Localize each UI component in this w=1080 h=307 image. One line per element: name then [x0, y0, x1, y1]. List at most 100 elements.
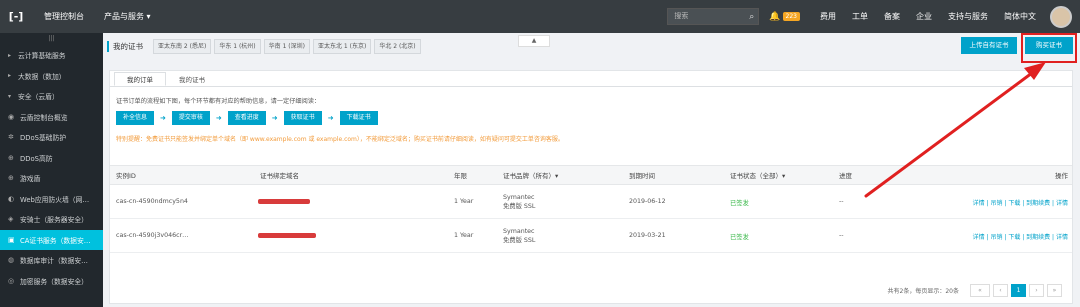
sidebar-item-label: 游戏盾 [20, 175, 41, 184]
step-submit-review[interactable]: 提交审核 [171, 111, 210, 125]
instance-id: cas-cn-4590ndmcy5n4 [116, 198, 188, 205]
cert-panel: 我的订单 我的证书 证书订单的流程如下图，每个环节都有对应的帮助信息，请一定仔细… [109, 70, 1073, 304]
topbar-right: 搜索 ⌕ 🔔 223 费用 工单 备案 企业 支持与服务 简体中文 [667, 0, 1072, 33]
pagination-total: 共有2条，每页显示：20条 [887, 288, 959, 295]
sidebar-item-overview[interactable]: ◉ 云盾控制台概览 [0, 107, 103, 128]
expire-date: 2019-03-21 [629, 232, 666, 239]
brand-type: 免费版 SSL [503, 237, 536, 244]
sidebar-item-waf[interactable]: ◐ Web应用防火墙（网… [0, 189, 103, 210]
encryption-icon: ◎ [8, 276, 15, 285]
current-page[interactable]: 1 [1011, 284, 1026, 297]
shield-icon: ⊕ [8, 153, 14, 162]
sidebar-item-label: 加密服务（数据安全） [20, 277, 88, 286]
row-actions[interactable]: 详情 | 吊销 | 下载 | 到期续费 | 详情 [973, 232, 1068, 241]
tab-my-certs[interactable]: 我的证书 [166, 72, 218, 86]
certificate-icon: ▣ [8, 235, 15, 244]
top-navigation-bar: [-] 管理控制台 产品与服务 ▾ 搜索 ⌕ 🔔 223 费用 工单 备案 企业… [0, 0, 1080, 33]
step-get-cert[interactable]: 获取证书 [283, 111, 322, 125]
link-language[interactable]: 简体中文 [1004, 11, 1036, 22]
link-enterprise[interactable]: 企业 [916, 11, 932, 22]
sidebar-item-label: 数据库审计（数据安… [20, 257, 88, 266]
col-instance-id: 实例ID [116, 172, 136, 180]
status-badge: 已签发 [730, 234, 749, 241]
region-tab[interactable]: 华南 1 (深圳) [263, 38, 310, 54]
step-download-cert[interactable]: 下载证书 [339, 111, 378, 125]
notification-badge[interactable]: 223 [782, 12, 800, 21]
row-actions[interactable]: 详情 | 吊销 | 下载 | 到期续费 | 详情 [973, 198, 1068, 207]
arrow-right-icon: ➜ [271, 114, 278, 122]
status-badge: 已签发 [730, 200, 749, 207]
redacted-domain [258, 233, 316, 238]
brand: Symantec 免费版 SSL [503, 227, 535, 245]
years: 1 Year [454, 232, 474, 239]
sidebar-item-label: Web应用防火墙（网… [20, 195, 90, 204]
sidebar-item-ca-cert[interactable]: ▣ CA证书服务（数据安… [0, 229, 103, 250]
last-page-button[interactable]: » [1047, 284, 1062, 297]
col-status-filter[interactable]: 证书状态（全部）▾ [730, 166, 785, 186]
col-brand-filter[interactable]: 证书品牌（所有）▾ [503, 166, 558, 186]
search-input[interactable]: 搜索 ⌕ [667, 8, 760, 25]
collapse-up-icon[interactable]: ▲ [518, 35, 550, 47]
main-content: 我的证书 亚太东南 2 (悉尼) 华东 1 (杭州) 华南 1 (深圳) 亚太东… [103, 33, 1080, 307]
step-complete-info[interactable]: 补全信息 [116, 111, 155, 125]
region-tab[interactable]: 华东 1 (杭州) [214, 38, 261, 54]
ddos-icon: ✲ [8, 133, 14, 142]
link-filing[interactable]: 备案 [884, 11, 900, 22]
avatar[interactable] [1050, 5, 1072, 28]
upload-cert-button[interactable]: 上传自有证书 [961, 37, 1017, 54]
sidebar-item-big-data[interactable]: ▸ 大数据（数加） [0, 66, 103, 87]
sidebar-item-label: DDoS基础防护 [20, 134, 67, 143]
region-toolbar: 我的证书 亚太东南 2 (悉尼) 华东 1 (杭州) 华南 1 (深圳) 亚太东… [103, 33, 1080, 63]
expire-date: 2019-06-12 [629, 198, 666, 205]
progress: -- [839, 232, 844, 239]
logo-icon[interactable]: [-] [0, 10, 32, 23]
brand-type: 免费版 SSL [503, 203, 536, 210]
first-page-button[interactable]: « [970, 284, 990, 297]
sidebar-item-label: 大数据（数加） [18, 72, 66, 81]
sidebar-collapse-icon[interactable]: ||| [0, 33, 103, 45]
arrow-right-icon: ➜ [327, 114, 334, 122]
region-tab[interactable]: 亚太东南 2 (悉尼) [153, 38, 212, 54]
bell-icon[interactable]: 🔔 [769, 12, 780, 22]
sidebar-item-label: 安骑士（服务器安全） [20, 216, 88, 225]
sidebar-item-db-audit[interactable]: ◍ 数据库审计（数据安… [0, 250, 103, 271]
region-tab[interactable]: 亚太东北 1 (东京) [312, 38, 372, 54]
products-menu[interactable]: 产品与服务 ▾ [96, 11, 159, 22]
chevron-down-icon: ▾ [8, 92, 12, 100]
col-progress: 进度 [839, 172, 852, 180]
step-view-progress[interactable]: 查看进度 [227, 111, 266, 125]
sidebar-item-label: 云盾控制台概览 [20, 113, 68, 122]
sidebar-item-label: CA证书服务（数据安… [20, 236, 91, 245]
overview-icon: ◉ [8, 112, 15, 121]
cert-table: 实例ID 证书绑定域名 年限 证书品牌（所有）▾ 到期时间 证书状态（全部）▾ … [110, 165, 1072, 253]
sidebar-item-ddos-basic[interactable]: ✲ DDoS基础防护 [0, 127, 103, 148]
sidebar-item-label: 安全（云盾） [18, 93, 59, 102]
tab-my-orders[interactable]: 我的订单 [114, 72, 166, 86]
sidebar-item-cloud-compute[interactable]: ▸ 云计算基础服务 [0, 45, 103, 66]
prev-page-button[interactable]: ‹ [993, 284, 1008, 297]
panel-tabs: 我的订单 我的证书 [110, 71, 1072, 87]
search-icon[interactable]: ⌕ [749, 10, 754, 25]
link-billing[interactable]: 费用 [820, 11, 836, 22]
region-tab[interactable]: 华北 2 (北京) [374, 38, 421, 54]
col-actions: 操作 [1055, 172, 1068, 180]
years: 1 Year [454, 198, 474, 205]
sidebar-item-encryption[interactable]: ◎ 加密服务（数据安全） [0, 271, 103, 292]
server-guard-icon: ◈ [8, 215, 14, 224]
arrow-right-icon: ➜ [215, 114, 222, 122]
sidebar-item-security[interactable]: ▾ 安全（云盾） [0, 86, 103, 107]
pagination: 共有2条，每页显示：20条 « ‹ 1 › » [888, 284, 1062, 297]
database-icon: ◍ [8, 256, 15, 265]
sidebar-item-server-guard[interactable]: ◈ 安骑士（服务器安全） [0, 209, 103, 230]
warning-notice: 特别提醒：免费证书只能签发并绑定单个域名（即 www.example.com 或… [116, 136, 564, 143]
next-page-button[interactable]: › [1029, 284, 1044, 297]
chevron-right-icon: ▸ [8, 51, 12, 59]
link-tickets[interactable]: 工单 [852, 11, 868, 22]
sidebar-item-game-shield[interactable]: ⊕ 游戏盾 [0, 168, 103, 189]
col-expire: 到期时间 [629, 172, 655, 180]
sidebar-item-label: 云计算基础服务 [18, 52, 66, 61]
sidebar-item-ddos-pro[interactable]: ⊕ DDoS高防 [0, 148, 103, 169]
console-link[interactable]: 管理控制台 [36, 11, 92, 22]
link-support[interactable]: 支持与服务 [948, 11, 988, 22]
progress: -- [839, 198, 844, 205]
